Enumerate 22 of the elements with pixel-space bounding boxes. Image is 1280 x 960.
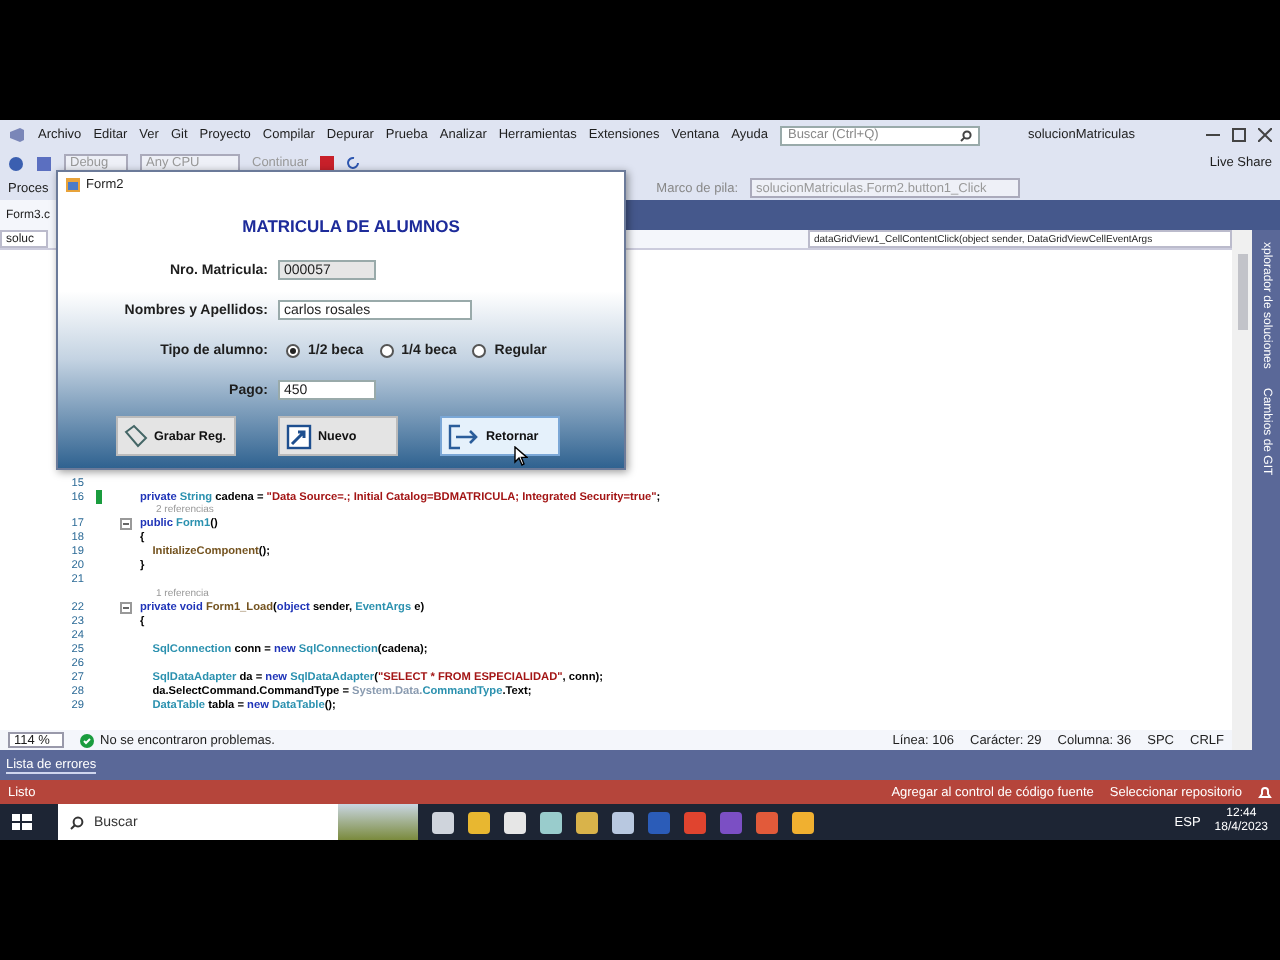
maximize-icon[interactable] [1232,128,1246,142]
exit-arrow-icon [448,423,480,449]
radio-button[interactable] [379,343,394,357]
radio-button[interactable] [472,343,487,357]
stop-icon[interactable] [320,156,335,170]
form-heading: MATRICULA DE ALUMNOS [240,216,462,236]
scrollbar-thumb[interactable] [1237,254,1247,330]
search-icon [959,129,972,141]
collapse-icon[interactable] [120,518,132,530]
ide-logo-icon [8,126,26,144]
collapse-icon[interactable] [120,601,132,613]
tag-icon [124,424,148,448]
cursor-icon [514,446,528,466]
landscape-thumbnail [338,804,418,840]
search-icon [70,815,84,829]
close-icon[interactable] [1258,128,1272,142]
radio-button[interactable] [286,343,300,357]
minimize-icon[interactable] [1206,128,1220,142]
restart-icon[interactable] [346,156,361,170]
arrow-box-icon [286,423,312,449]
bell-icon[interactable] [1258,785,1272,799]
form-icon [66,177,80,191]
